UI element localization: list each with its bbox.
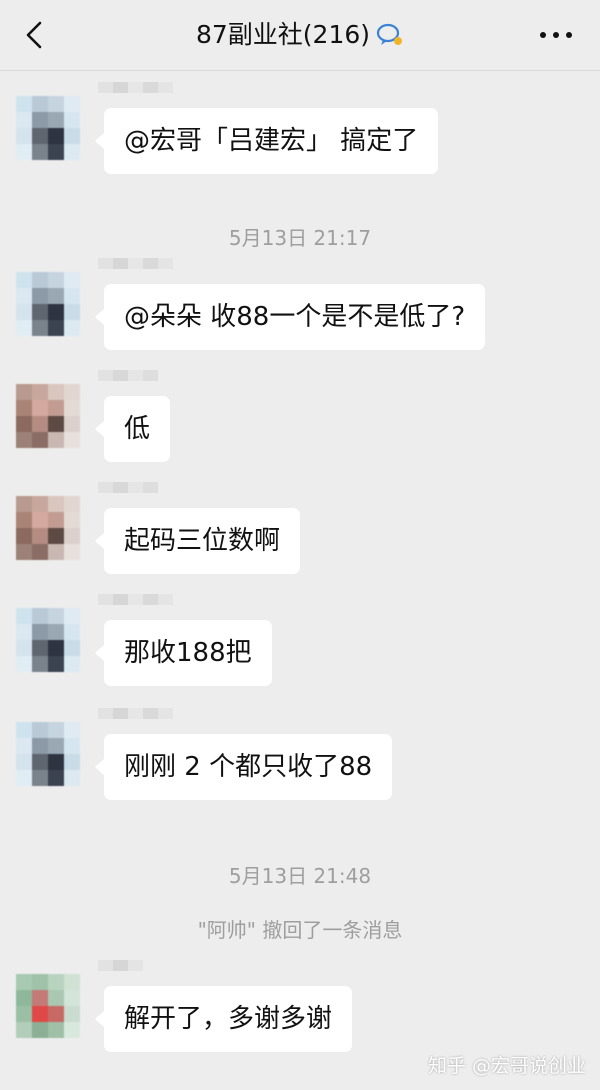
watermark: 知乎 @宏哥说创业 — [427, 1055, 586, 1077]
sender-nickname-blurred — [98, 960, 174, 982]
group-chat-icon — [376, 23, 403, 45]
avatar[interactable] — [16, 496, 80, 560]
message-bubble[interactable]: 解开了，多谢多谢 — [94, 986, 353, 1052]
timestamp: 5月13日 21:17 — [228, 226, 372, 250]
member-count: (216) — [302, 20, 371, 49]
sender-nickname-blurred — [98, 258, 174, 280]
sender-nickname-blurred — [98, 370, 174, 392]
timestamp: 5月13日 21:48 — [228, 864, 372, 888]
avatar[interactable] — [16, 722, 80, 786]
message-bubble[interactable]: @宏哥「吕建宏」 搞定了 — [94, 108, 439, 174]
sender-nickname-blurred — [98, 708, 174, 730]
avatar[interactable] — [16, 272, 80, 336]
chat-title: 87副业社(216) — [0, 19, 600, 51]
group-name: 87副业社 — [195, 20, 303, 49]
chat-header: 87副业社(216) — [0, 0, 600, 71]
message-bubble[interactable]: 刚刚 2 个都只收了88 — [94, 734, 393, 800]
avatar[interactable] — [16, 384, 80, 448]
sender-nickname-blurred — [98, 82, 174, 104]
message-bubble[interactable]: 那收188把 — [95, 620, 272, 686]
message-bubble[interactable]: 低 — [94, 396, 171, 462]
message-bubble[interactable]: 起码三位数啊 — [94, 508, 301, 574]
avatar[interactable] — [16, 608, 80, 672]
sender-nickname-blurred — [98, 482, 174, 504]
sender-nickname-blurred — [98, 594, 174, 616]
more-dots-icon[interactable] — [540, 32, 572, 40]
recall-notice: "阿帅" 撤回了一条消息 — [197, 918, 403, 942]
message-bubble[interactable]: @朵朵 收88一个是不是低了? — [94, 284, 486, 350]
avatar[interactable] — [16, 974, 80, 1038]
avatar[interactable] — [16, 96, 80, 160]
